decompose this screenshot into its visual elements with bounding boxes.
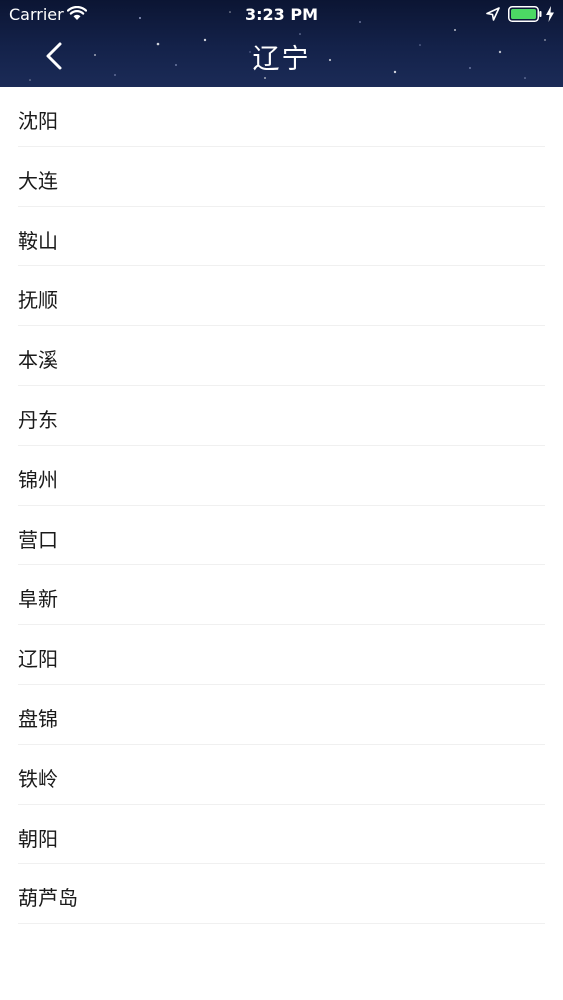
city-label: 辽阳 bbox=[18, 647, 58, 672]
city-label: 鞍山 bbox=[18, 228, 58, 253]
battery-icon bbox=[508, 6, 542, 22]
city-label: 抚顺 bbox=[18, 288, 58, 313]
city-label: 葫芦岛 bbox=[18, 886, 78, 911]
list-item[interactable]: 抚顺 bbox=[0, 266, 563, 327]
list-item[interactable]: 锦州 bbox=[0, 445, 563, 506]
list-item[interactable]: 盘锦 bbox=[0, 684, 563, 745]
status-bar: Carrier 3:23 PM bbox=[0, 0, 563, 28]
city-label: 丹东 bbox=[18, 407, 58, 432]
list-item[interactable]: 沈阳 bbox=[0, 87, 563, 147]
list-item[interactable]: 本溪 bbox=[0, 326, 563, 386]
city-label: 本溪 bbox=[18, 348, 58, 373]
city-label: 铁岭 bbox=[18, 766, 58, 791]
status-time: 3:23 PM bbox=[244, 5, 318, 24]
list-item[interactable]: 鞍山 bbox=[0, 206, 563, 267]
list-item[interactable]: 大连 bbox=[0, 146, 563, 207]
charging-bolt-icon bbox=[546, 6, 554, 22]
city-label: 阜新 bbox=[18, 587, 58, 612]
list-item[interactable]: 葫芦岛 bbox=[0, 864, 563, 925]
location-arrow-icon bbox=[486, 7, 500, 21]
page-title: 辽宁 bbox=[252, 44, 311, 75]
city-label: 营口 bbox=[18, 527, 58, 552]
city-label: 朝阳 bbox=[18, 826, 58, 851]
header: Carrier 3:23 PM 辽宁 bbox=[0, 0, 563, 87]
navigation-bar: 辽宁 bbox=[0, 28, 563, 87]
list-item[interactable]: 丹东 bbox=[0, 385, 563, 446]
city-label: 盘锦 bbox=[18, 706, 58, 731]
city-label: 大连 bbox=[18, 168, 58, 193]
list-item[interactable]: 朝阳 bbox=[0, 804, 563, 865]
city-label: 锦州 bbox=[18, 467, 58, 492]
list-item[interactable]: 阜新 bbox=[0, 565, 563, 626]
list-item[interactable]: 辽阳 bbox=[0, 625, 563, 685]
list-item[interactable]: 铁岭 bbox=[0, 744, 563, 805]
city-label: 沈阳 bbox=[18, 109, 58, 133]
city-list: 沈阳 大连 鞍山 抚顺 本溪 丹东 锦州 营口 阜新 辽阳 盘锦 铁岭 朝阳 葫… bbox=[0, 87, 563, 925]
list-item[interactable]: 营口 bbox=[0, 505, 563, 566]
